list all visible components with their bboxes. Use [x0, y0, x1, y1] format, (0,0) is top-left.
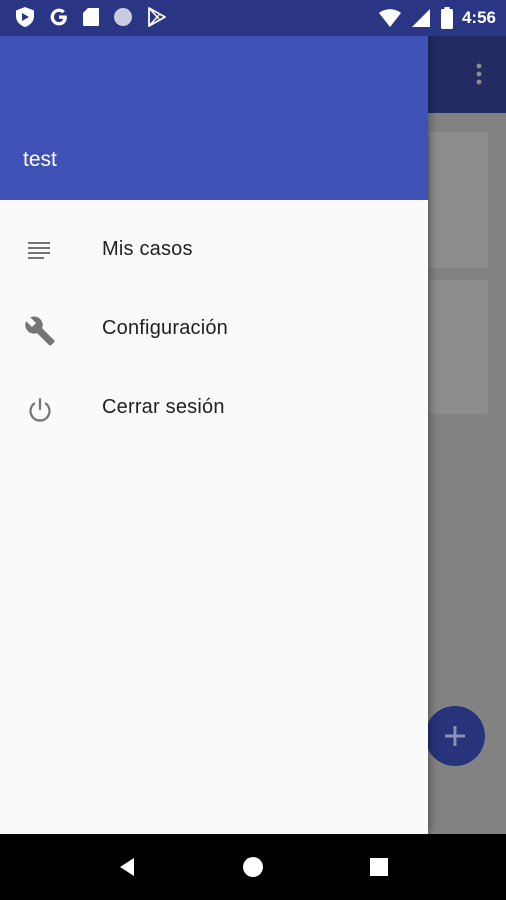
status-time: 4:56	[461, 8, 496, 27]
battery-icon	[440, 7, 453, 29]
drawer-item-label: Configuración	[102, 317, 229, 339]
drawer-item-configuracion[interactable]: Configuración	[0, 291, 428, 370]
wifi-icon	[378, 9, 401, 27]
add-fab-button[interactable]	[425, 696, 485, 776]
drawer-item-label: Mis casos	[102, 238, 193, 260]
status-bar: 4:56	[0, 0, 506, 36]
nav-bar	[0, 834, 506, 900]
drawer-user-name: test	[23, 148, 57, 171]
signal-icon	[411, 9, 430, 27]
drawer-item-mis-casos[interactable]: Mis casos	[0, 212, 428, 291]
google-icon	[50, 8, 67, 26]
shield-icon	[16, 7, 34, 27]
play-store-icon	[148, 7, 166, 27]
navigation-drawer: test Mis casos Configuración Cerrar sesi…	[0, 0, 428, 834]
sd-card-icon	[83, 8, 99, 26]
recents-icon[interactable]	[366, 854, 392, 880]
drawer-header: test	[0, 36, 428, 200]
drawer-item-label: Cerrar sesión	[102, 396, 225, 418]
circle-icon	[114, 8, 132, 26]
power-icon	[29, 397, 51, 422]
drawer-item-cerrar-sesion[interactable]: Cerrar sesión	[0, 370, 428, 449]
list-icon	[28, 242, 50, 259]
home-icon[interactable]	[240, 854, 266, 880]
wrench-icon	[25, 316, 55, 346]
back-icon[interactable]	[114, 854, 140, 880]
drawer-menu: Mis casos Configuración Cerrar sesión	[0, 212, 428, 449]
